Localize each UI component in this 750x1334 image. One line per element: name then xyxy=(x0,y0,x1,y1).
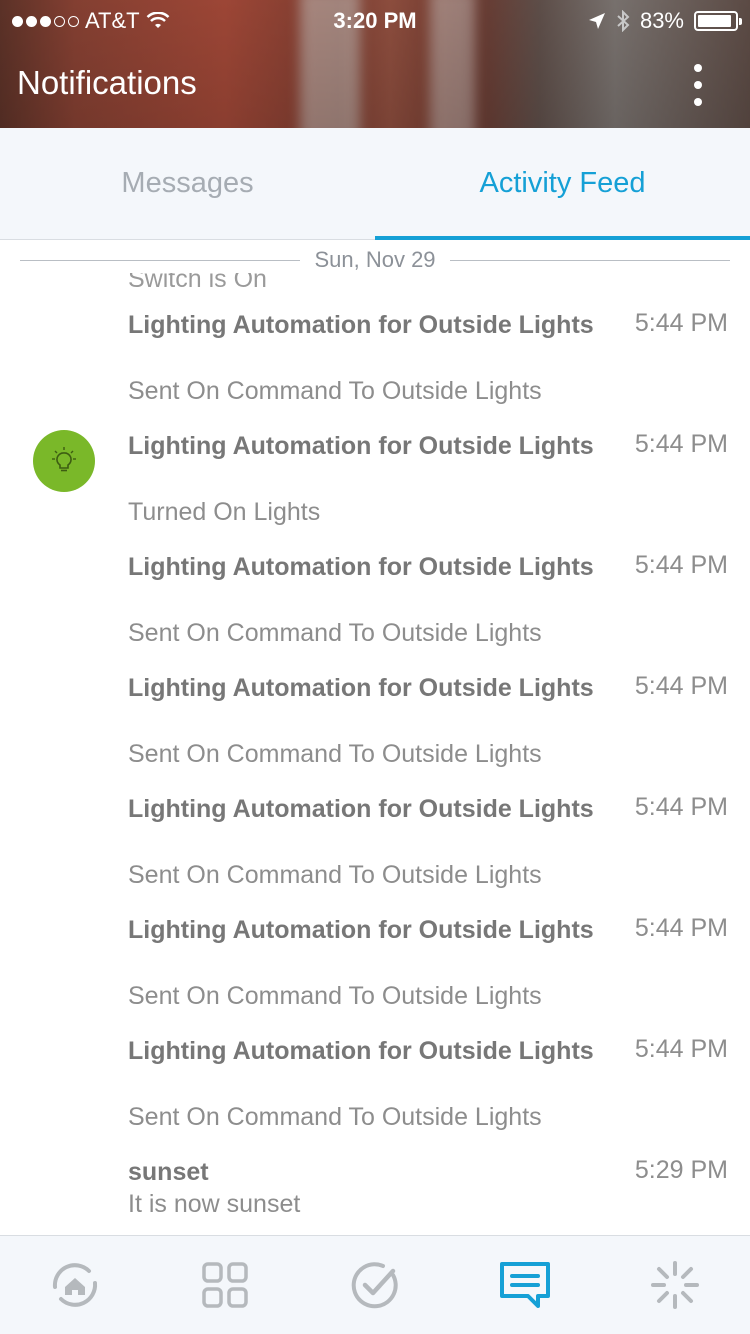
feed-item-description: Sent On Command To Outside Lights xyxy=(128,982,542,1010)
feed-item[interactable]: sunset It is now sunset 5:29 PM xyxy=(0,1156,750,1235)
feed-item[interactable]: Lighting Automation for Outside Lights S… xyxy=(0,1035,750,1156)
tab-messages[interactable]: Messages xyxy=(0,128,375,239)
battery-percentage: 83% xyxy=(639,8,684,33)
feed-item-title: Lighting Automation for Outside Lights xyxy=(128,311,594,339)
feed-item-time: 5:29 PM xyxy=(634,1156,728,1184)
battery-icon xyxy=(694,11,742,31)
feed-item-time: 5:44 PM xyxy=(634,1035,728,1063)
notifications-icon xyxy=(500,1262,550,1308)
feed-item-time: 5:44 PM xyxy=(634,430,728,458)
feed-item[interactable]: Lighting Automation for Outside Lights S… xyxy=(0,551,750,672)
feed-item-description: Sent On Command To Outside Lights xyxy=(128,377,542,405)
feed-item-description: Sent On Command To Outside Lights xyxy=(128,619,542,647)
status-bar: AT&T 3:20 PM 83% xyxy=(0,0,750,40)
nav-routines[interactable] xyxy=(300,1236,450,1334)
tab-bar: Messages Activity Feed xyxy=(0,128,750,240)
activity-feed-list[interactable]: Sun, Nov 29 Switch is On Lighting Automa… xyxy=(0,241,750,1235)
feed-item[interactable]: Lighting Automation for Outside Lights S… xyxy=(0,309,750,430)
nav-things[interactable] xyxy=(150,1236,300,1334)
feed-item-title: Lighting Automation for Outside Lights xyxy=(128,432,594,460)
location-arrow-icon xyxy=(588,13,605,29)
app-header: AT&T 3:20 PM 83% Notifications xyxy=(0,0,750,128)
feed-item-time: 5:44 PM xyxy=(634,793,728,821)
tab-activity-feed[interactable]: Activity Feed xyxy=(375,128,750,240)
lightbulb-icon xyxy=(33,430,95,492)
status-bar-right: 83% xyxy=(588,8,742,34)
routines-check-icon xyxy=(351,1262,398,1309)
feed-item-time: 5:44 PM xyxy=(634,309,728,337)
more-options-icon[interactable] xyxy=(686,64,710,106)
home-icon xyxy=(52,1263,98,1307)
feed-item-time: 5:44 PM xyxy=(634,672,728,700)
things-grid-icon xyxy=(202,1262,248,1308)
feed-item[interactable]: Lighting Automation for Outside Lights T… xyxy=(0,430,750,551)
feed-item-description: Turned On Lights xyxy=(128,498,321,526)
feed-item-title: Lighting Automation for Outside Lights xyxy=(128,674,594,702)
feed-item[interactable]: Lighting Automation for Outside Lights S… xyxy=(0,672,750,793)
nav-home[interactable] xyxy=(0,1236,150,1334)
feed-item-time: 5:44 PM xyxy=(634,914,728,942)
feed-item-description: It is now sunset xyxy=(128,1190,301,1218)
page-title: Notifications xyxy=(17,64,197,101)
divider xyxy=(449,259,731,261)
feed-item-description: Sent On Command To Outside Lights xyxy=(128,1103,542,1131)
marketplace-icon xyxy=(651,1261,699,1309)
feed-item-title: Lighting Automation for Outside Lights xyxy=(128,1037,594,1065)
feed-item[interactable]: Lighting Automation for Outside Lights S… xyxy=(0,793,750,914)
nav-marketplace[interactable] xyxy=(600,1236,750,1334)
date-separator: Sun, Nov 29 xyxy=(20,247,731,273)
bottom-navigation xyxy=(0,1235,750,1334)
feed-item-title: sunset xyxy=(128,1158,209,1186)
feed-item-description: Sent On Command To Outside Lights xyxy=(128,861,542,889)
feed-item-title: Lighting Automation for Outside Lights xyxy=(128,916,594,944)
divider xyxy=(20,259,301,261)
date-label: Sun, Nov 29 xyxy=(314,247,436,272)
nav-notifications[interactable] xyxy=(450,1236,600,1334)
feed-item-title: Lighting Automation for Outside Lights xyxy=(128,553,594,581)
bluetooth-icon xyxy=(617,10,630,32)
feed-item-title: Lighting Automation for Outside Lights xyxy=(128,795,594,823)
feed-item-description: Sent On Command To Outside Lights xyxy=(128,740,542,768)
feed-item-time: 5:44 PM xyxy=(634,551,728,579)
feed-item[interactable]: Lighting Automation for Outside Lights S… xyxy=(0,914,750,1035)
